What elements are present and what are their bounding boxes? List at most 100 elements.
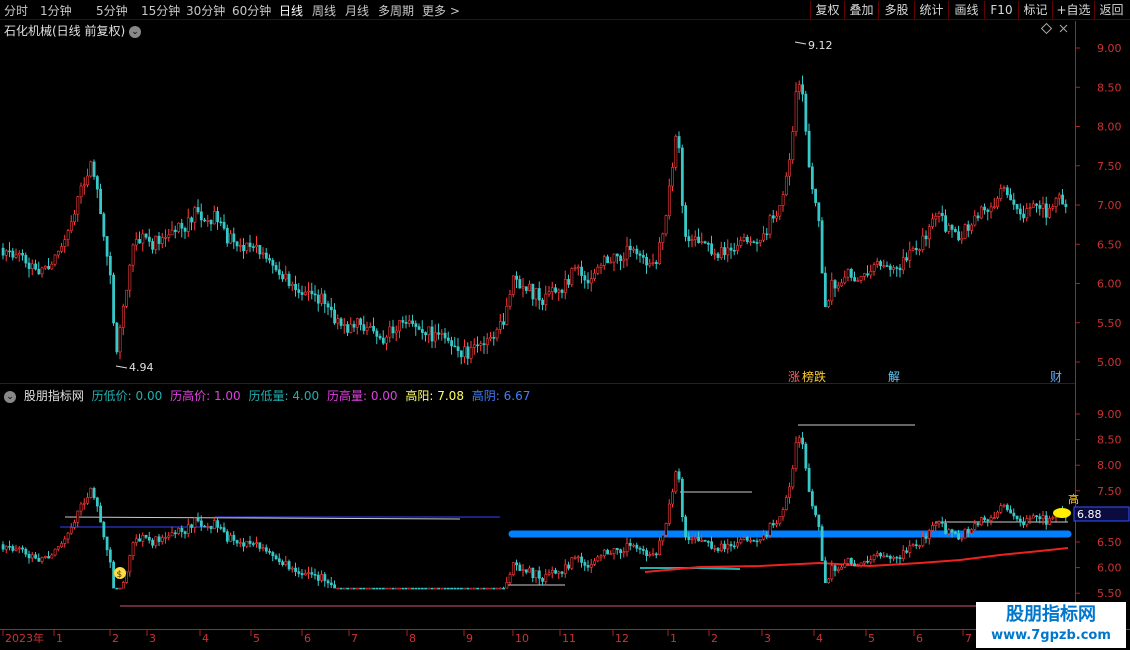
candle-body <box>21 253 25 256</box>
indicator-candle-body <box>778 516 782 524</box>
indicator-candle-body <box>24 548 28 555</box>
chevron-down-icon[interactable]: ⌄ <box>4 390 16 403</box>
candle-body <box>937 213 941 217</box>
indicator-candle-body <box>346 587 350 590</box>
chevron-down-icon[interactable]: ⌄ <box>129 25 142 38</box>
candle-body <box>911 248 915 251</box>
close-icon[interactable] <box>1059 24 1068 33</box>
price-tick-label: 6.50 <box>1097 238 1122 251</box>
candle-body <box>599 265 603 268</box>
candle-body <box>232 233 236 243</box>
indicator-candle-body <box>469 587 473 590</box>
candle-body <box>898 267 902 271</box>
indicator-candle-body <box>788 486 792 498</box>
indicator-candle-body <box>628 542 632 546</box>
indicator-candle-body <box>245 540 249 547</box>
indicator-candle-body <box>502 587 506 590</box>
diamond-icon[interactable] <box>1040 22 1053 35</box>
indicator-candle-body <box>284 561 288 565</box>
indicator-candle-body <box>563 564 567 574</box>
candle-body <box>612 253 616 263</box>
indicator-candle-body <box>21 547 25 550</box>
candle-body <box>622 258 626 262</box>
indicator-candle-body <box>453 587 457 590</box>
indicator-tick-label: 9.00 <box>1097 408 1122 421</box>
indicator-candle-body <box>645 550 649 556</box>
indicator-candle-body <box>960 537 964 540</box>
candle-body <box>170 229 174 236</box>
candle-body <box>940 213 944 216</box>
indicator-candle-body <box>622 551 626 554</box>
candle-body <box>511 275 515 295</box>
indicator-candle-body <box>222 527 226 532</box>
event-tag-finance[interactable]: 财 <box>1050 370 1062 384</box>
candle-body <box>307 290 311 293</box>
indicator-candle-body <box>677 471 681 480</box>
candle-body <box>654 262 658 265</box>
candle-body <box>515 275 519 280</box>
event-tag-limit-up[interactable]: 涨 <box>788 369 800 384</box>
date-tick-label: 12 <box>615 632 629 645</box>
candle-body <box>934 216 938 220</box>
indicator-candle-body <box>456 587 460 590</box>
candle-body <box>544 293 548 305</box>
candle-body <box>609 261 613 264</box>
candle-body <box>339 318 343 326</box>
indicator-candle-body <box>151 539 155 546</box>
candle-body <box>43 265 47 269</box>
candle-body <box>983 206 987 211</box>
indicator-candle-body <box>378 587 382 590</box>
candle-body <box>914 248 918 251</box>
indicator-candle-body <box>154 536 158 546</box>
candle-body <box>365 327 369 331</box>
candle-body <box>219 221 223 224</box>
candle-body <box>1012 199 1016 205</box>
indicator-candle-body <box>180 527 184 532</box>
event-tag-unlock[interactable]: 解 <box>888 370 900 384</box>
candle-body <box>274 265 278 271</box>
candle-body <box>602 256 606 266</box>
date-tick-label: 7 <box>965 632 972 645</box>
candle-body <box>11 250 15 258</box>
indicator-candle-body <box>550 570 554 574</box>
indicator-candle-body <box>17 547 21 550</box>
indicator-candle-body <box>924 536 928 539</box>
indicator-candle-body <box>368 587 372 590</box>
candle-body <box>73 213 77 223</box>
candle-body <box>108 255 112 276</box>
event-tag-rank-drop[interactable]: 榜跌 <box>802 369 826 384</box>
candle-body <box>183 227 187 232</box>
indicator-candle-body <box>752 540 756 542</box>
candle-body <box>1015 204 1019 210</box>
indicator-candle-body <box>66 532 70 540</box>
date-tick-label: 3 <box>149 632 156 645</box>
candle-body <box>1061 194 1065 205</box>
candle-body <box>823 272 827 307</box>
candle-body <box>550 287 554 292</box>
candle-body <box>927 226 931 240</box>
indicator-candle-body <box>843 563 847 568</box>
low-label: 4.94 <box>129 361 154 374</box>
candle-body <box>1025 208 1029 219</box>
indicator-candle-body <box>105 536 109 551</box>
kline-chart[interactable]: 9.00 8.50 8.00 7.50 7.00 6.50 6.00 5.50 5.00 9.0… <box>0 0 1130 650</box>
candle-body <box>859 276 863 281</box>
candle-body <box>703 241 707 244</box>
candle-body <box>700 241 704 243</box>
indicator-candle-body <box>602 549 606 557</box>
indicator-candle-body <box>134 538 138 543</box>
indicator-candle-body <box>63 538 67 544</box>
indicator-candle-body <box>697 536 701 542</box>
indicator-candle-body <box>193 517 197 528</box>
watermark-url: www.7gpzb.com <box>991 628 1111 643</box>
indicator-candle-body <box>173 532 177 535</box>
candle-body <box>242 244 246 252</box>
candle-body <box>1022 213 1026 219</box>
candle-body <box>118 327 122 353</box>
indicator-lines <box>60 424 1072 607</box>
indicator-candle-body <box>742 537 746 540</box>
indicator-candle-body <box>1025 518 1029 526</box>
candle-body <box>225 228 229 244</box>
date-tick-label: 7 <box>351 632 358 645</box>
candle-body <box>869 270 873 276</box>
